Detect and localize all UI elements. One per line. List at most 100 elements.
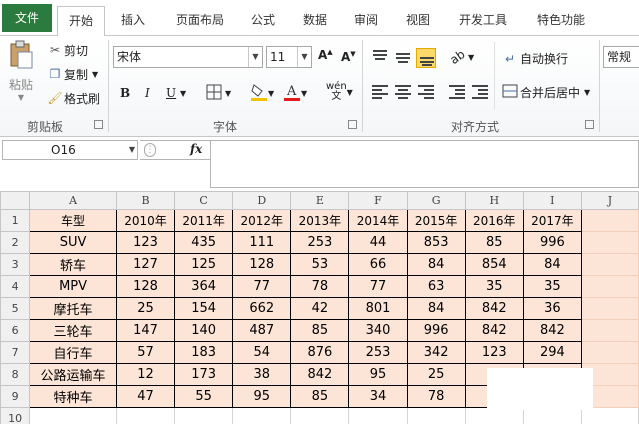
cell-f1[interactable]: 2014年 (348, 209, 408, 232)
cell-e4[interactable]: 78 (290, 275, 350, 298)
cut-button[interactable]: ✂ 剪切 (46, 40, 88, 60)
row-header[interactable]: 4 (0, 275, 31, 298)
cell-e6[interactable]: 85 (290, 319, 350, 342)
underline-button[interactable]: U (166, 86, 176, 100)
increase-indent-icon[interactable] (470, 82, 490, 102)
row-header[interactable]: 6 (0, 319, 31, 342)
cell-f4[interactable]: 77 (348, 275, 408, 298)
cell-g5[interactable]: 84 (406, 297, 466, 320)
number-format-combo[interactable]: 常规 (603, 46, 639, 68)
cell-a8[interactable]: 公路运输车 (29, 363, 117, 386)
column-header-g[interactable]: G (406, 191, 466, 210)
tab-review[interactable]: 审阅 (346, 6, 386, 36)
cell-h3[interactable]: 854 (464, 253, 524, 276)
cell-b5[interactable]: 25 (115, 297, 176, 320)
copy-button[interactable]: ❐ 复制 ▼ (46, 64, 99, 84)
italic-button[interactable]: I (145, 86, 150, 100)
grow-font-button[interactable]: A▲ (318, 48, 333, 62)
cell-e5[interactable]: 42 (290, 297, 350, 320)
row-header[interactable]: 7 (0, 341, 31, 364)
cell-a10[interactable] (29, 407, 117, 424)
cell-a2[interactable]: SUV (29, 231, 117, 254)
cell-d6[interactable]: 487 (232, 319, 292, 342)
tab-formulas[interactable]: 公式 (243, 6, 283, 36)
cell-i5[interactable]: 36 (522, 297, 582, 320)
row-header[interactable]: 10 (0, 407, 31, 424)
cell-b9[interactable]: 47 (115, 385, 176, 408)
font-size-combo[interactable]: 11 ▼ (266, 46, 312, 68)
cell-e10[interactable] (290, 407, 350, 424)
cell-h4[interactable]: 35 (464, 275, 524, 298)
column-header-f[interactable]: F (348, 191, 408, 210)
column-header-e[interactable]: E (290, 191, 350, 210)
alignment-launcher-icon[interactable] (585, 120, 594, 129)
tab-view[interactable]: 视图 (398, 6, 438, 36)
cell-c1[interactable]: 2011年 (174, 209, 234, 232)
cell-b8[interactable]: 12 (115, 363, 176, 386)
tab-special-features[interactable]: 特色功能 (526, 6, 596, 36)
worksheet-grid[interactable]: A B C D E F G H I J 1 车型 2010年 2011年 2012年 2013年 2014年 20… (0, 191, 639, 424)
cell-e1[interactable]: 2013年 (290, 209, 350, 232)
cell-c8[interactable]: 173 (174, 363, 234, 386)
tab-data[interactable]: 数据 (295, 6, 335, 36)
cell-a3[interactable]: 轿车 (29, 253, 117, 276)
cell-d3[interactable]: 128 (232, 253, 292, 276)
phonetic-button[interactable]: wén 文 ▼ (326, 82, 353, 102)
bold-button[interactable]: B (120, 86, 130, 100)
column-header-c[interactable]: C (174, 191, 234, 210)
cell-a9[interactable]: 特种车 (29, 385, 117, 408)
cell-h7[interactable]: 123 (464, 341, 524, 364)
shrink-font-button[interactable]: A▼ (341, 50, 356, 64)
font-launcher-icon[interactable] (348, 120, 357, 129)
cell-d2[interactable]: 111 (232, 231, 292, 254)
cell-c4[interactable]: 364 (174, 275, 234, 298)
underline-dropdown[interactable]: ▼ (180, 89, 186, 98)
cell-i4[interactable]: 35 (522, 275, 582, 298)
cell-c7[interactable]: 183 (174, 341, 234, 364)
cell-g6[interactable]: 996 (406, 319, 466, 342)
format-painter-button[interactable]: 🖌 格式刷 (46, 88, 100, 108)
cell-i6[interactable]: 842 (522, 319, 582, 342)
cell-f3[interactable]: 66 (348, 253, 408, 276)
cell-e2[interactable]: 253 (290, 231, 350, 254)
align-left-icon[interactable] (370, 82, 390, 102)
tab-developer[interactable]: 开发工具 (450, 6, 516, 36)
cell-h5[interactable]: 842 (464, 297, 524, 320)
clipboard-launcher-icon[interactable] (94, 120, 103, 129)
row-header[interactable]: 5 (0, 297, 31, 320)
column-header-a[interactable]: A (29, 191, 117, 210)
cell-b7[interactable]: 57 (115, 341, 176, 364)
cell-e3[interactable]: 53 (290, 253, 350, 276)
cell-f6[interactable]: 340 (348, 319, 408, 342)
cell-d10[interactable] (232, 407, 292, 424)
align-middle-icon[interactable] (393, 48, 413, 68)
cell-f9[interactable]: 34 (348, 385, 408, 408)
cell-i3[interactable]: 84 (522, 253, 582, 276)
cell-j1[interactable] (580, 209, 639, 232)
cell-h1[interactable]: 2016年 (464, 209, 524, 232)
cell-a6[interactable]: 三轮车 (29, 319, 117, 342)
cell-g1[interactable]: 2015年 (406, 209, 466, 232)
cell-b1[interactable]: 2010年 (115, 209, 176, 232)
cell-j5[interactable] (580, 297, 639, 320)
copy-dropdown-icon[interactable]: ▼ (92, 70, 98, 79)
row-header[interactable]: 1 (0, 209, 31, 232)
cell-g10[interactable] (406, 407, 466, 424)
cell-e8[interactable]: 842 (290, 363, 350, 386)
cell-d5[interactable]: 662 (232, 297, 292, 320)
paste-button[interactable]: 粘贴 ▼ (4, 40, 38, 102)
cell-g9[interactable]: 78 (406, 385, 466, 408)
row-header[interactable]: 2 (0, 231, 31, 254)
cell-i2[interactable]: 996 (522, 231, 582, 254)
column-header-i[interactable]: I (522, 191, 582, 210)
cell-a7[interactable]: 自行车 (29, 341, 117, 364)
chevron-down-icon[interactable]: ▼ (297, 47, 311, 67)
cell-a4[interactable]: MPV (29, 275, 117, 298)
cell-a1[interactable]: 车型 (29, 209, 117, 232)
cell-d4[interactable]: 77 (232, 275, 292, 298)
cell-b6[interactable]: 147 (115, 319, 176, 342)
orientation-button[interactable]: ab ▼ (447, 47, 474, 67)
column-header-d[interactable]: D (232, 191, 292, 210)
column-header-h[interactable]: H (464, 191, 524, 210)
cell-h6[interactable]: 842 (464, 319, 524, 342)
